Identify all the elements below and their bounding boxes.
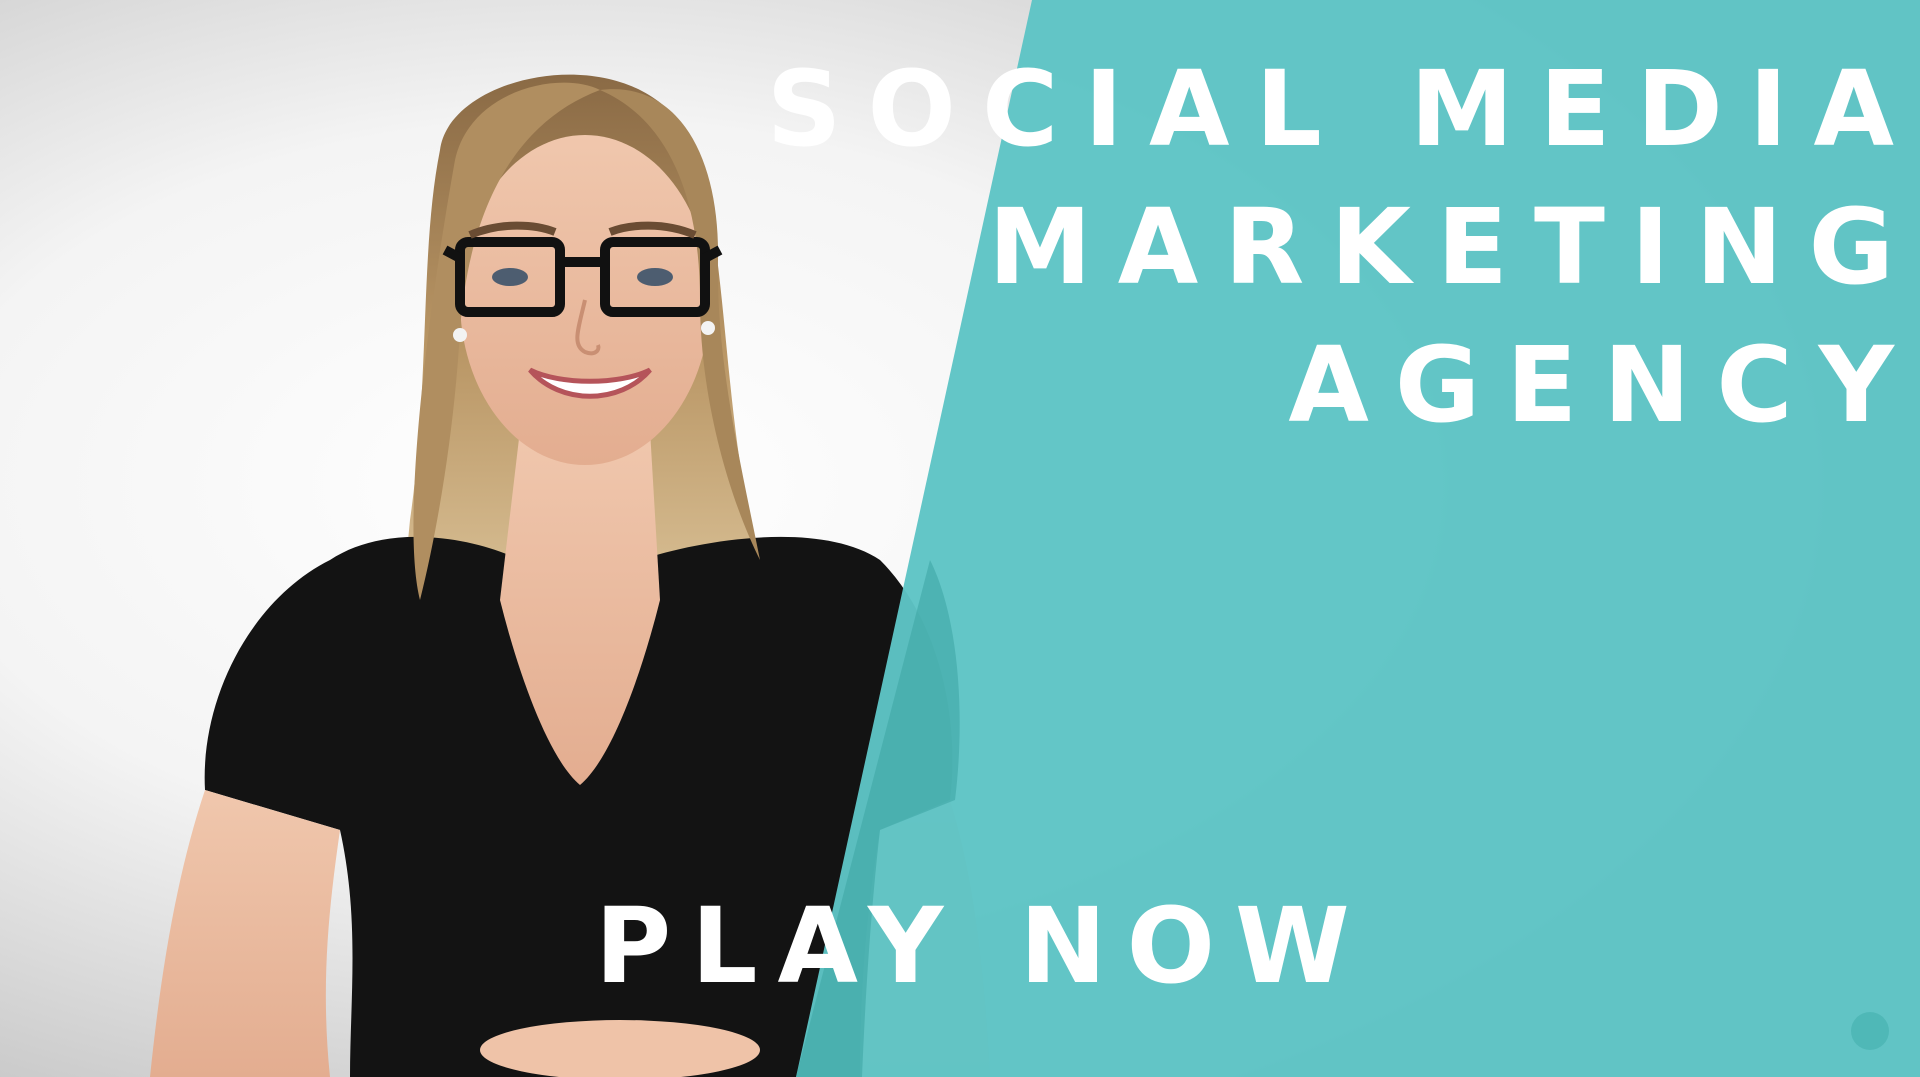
headline-line-1: SOCIAL MEDIA [766,48,1920,170]
play-now-button[interactable]: PLAY NOW [595,886,1370,1006]
left-earring [453,328,467,342]
headline-line-2: MARKETING [988,186,1920,308]
video-thumbnail[interactable]: SOCIAL MEDIA MARKETING AGENCY PLAY NOW [0,0,1920,1077]
right-eye [637,268,673,286]
round-dot-icon [1851,1012,1889,1050]
left-eye [492,268,528,286]
right-earring [701,321,715,335]
headline-line-3: AGENCY [1288,324,1920,446]
headline: SOCIAL MEDIA MARKETING AGENCY [767,40,1920,454]
